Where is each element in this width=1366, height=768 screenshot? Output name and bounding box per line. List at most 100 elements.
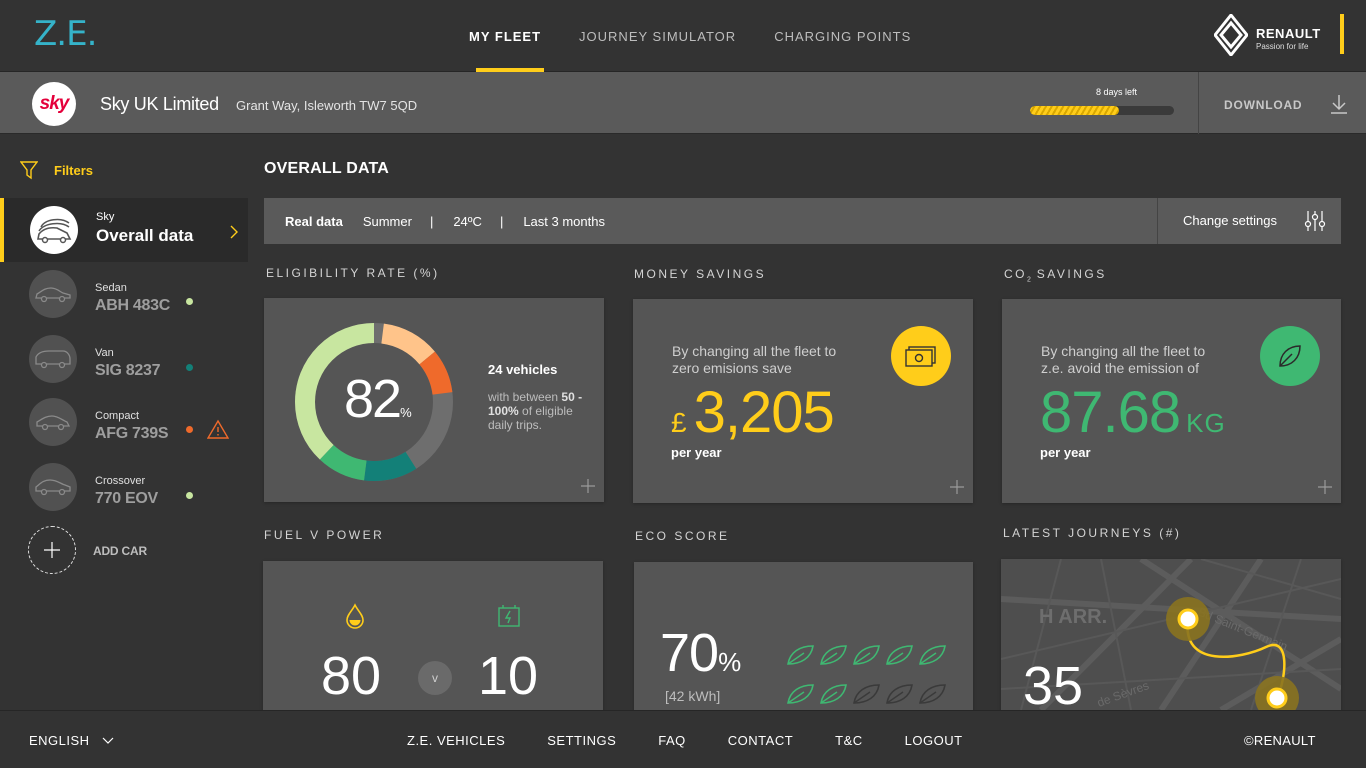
journey-end-point[interactable]	[1266, 687, 1288, 709]
eco-leaf-empty-icon	[853, 684, 880, 704]
eco-leaf-filled-icon	[820, 645, 847, 665]
car-avatar	[29, 463, 77, 511]
expand-plus-icon[interactable]	[580, 478, 596, 494]
sedan-car-icon	[35, 287, 71, 303]
desc-prefix: with between	[488, 390, 559, 404]
warning-icon[interactable]	[207, 419, 229, 439]
add-car-label: ADD CAR	[93, 544, 147, 558]
car-avatar	[29, 398, 77, 446]
footer-nav: Z.E. VEHICLES SETTINGS FAQ CONTACT T&C L…	[386, 711, 984, 768]
chevron-down-icon	[102, 737, 114, 744]
eco-leaf-filled-icon	[919, 645, 946, 665]
renault-logo[interactable]: RENAULT Passion for life	[1214, 14, 1346, 56]
separator: |	[499, 213, 504, 229]
car-plate: SIG 8237	[95, 362, 161, 379]
renault-diamond-icon	[1214, 14, 1248, 56]
money-period: per year	[671, 445, 722, 460]
ze-logo[interactable]: Z.E.	[34, 14, 97, 54]
fleet-avatar	[30, 206, 78, 254]
trial-progress-fill	[1030, 106, 1120, 115]
sidebar-car-item[interactable]: Van SIG 8237	[0, 335, 248, 395]
nav-charging-points[interactable]: CHARGING POINTS	[755, 0, 930, 72]
footer-link-contact[interactable]: CONTACT	[707, 733, 814, 748]
eligibility-value: 82%	[344, 368, 412, 430]
plus-icon	[44, 542, 60, 558]
footer-link-logout[interactable]: LOGOUT	[884, 733, 984, 748]
versus-badge: v	[418, 661, 452, 695]
active-indicator	[0, 198, 4, 262]
co2-savings-label: CO2 SAVINGS	[1004, 267, 1107, 283]
money-savings-label: MONEY SAVINGS	[634, 267, 767, 281]
overall-company: Sky	[96, 211, 115, 223]
sidebar-item-overall-data[interactable]: Sky Overall data	[0, 198, 248, 262]
footer-link-ze-vehicles[interactable]: Z.E. VEHICLES	[386, 733, 526, 748]
divider	[1157, 198, 1158, 244]
journey-start-point[interactable]	[1177, 608, 1199, 630]
money-amount: 3,205	[693, 380, 835, 445]
money-savings-text: By changing all the fleet to zero emisio…	[672, 343, 837, 376]
currency-symbol: £	[671, 407, 687, 438]
money-icon-circle	[891, 326, 951, 386]
filters-button[interactable]: Filters	[20, 160, 93, 180]
brand-tagline: Passion for life	[1256, 42, 1309, 51]
van-car-icon	[35, 350, 71, 369]
car-plate: 770 EOV	[95, 490, 158, 507]
sliders-icon[interactable]	[1304, 210, 1326, 232]
fuel-value: 80	[321, 646, 382, 706]
eco-leaf-empty-icon	[919, 684, 946, 704]
leaf-icon-circle	[1260, 326, 1320, 386]
eco-leaf-filled-icon	[886, 645, 913, 665]
latest-journeys-label: LATEST JOURNEYS (#)	[1003, 526, 1182, 540]
footer-link-faq[interactable]: FAQ	[637, 733, 707, 748]
car-avatar	[29, 335, 77, 383]
car-plate: ABH 483C	[95, 297, 170, 314]
language-label: ENGLISH	[29, 733, 90, 748]
brand-name: RENAULT	[1256, 26, 1321, 41]
fuel-power-label: FUEL V POWER	[264, 528, 385, 542]
car-avatar	[29, 270, 77, 318]
status-dot	[186, 492, 193, 499]
journeys-count: 35	[1023, 656, 1084, 710]
expand-plus-icon[interactable]	[1317, 479, 1333, 495]
download-button[interactable]: DOWNLOAD	[1224, 98, 1302, 112]
copyright: ©RENAULT	[1244, 733, 1316, 748]
co2-label-suffix: SAVINGS	[1030, 267, 1107, 281]
eco-leaves	[784, 642, 954, 720]
download-icon[interactable]	[1330, 94, 1348, 114]
car-type: Van	[95, 347, 114, 359]
car-type: Compact	[95, 410, 140, 422]
banknote-icon	[905, 346, 936, 367]
language-selector[interactable]: ENGLISH	[29, 733, 114, 748]
footer: ENGLISH Z.E. VEHICLES SETTINGS FAQ CONTA…	[0, 710, 1366, 768]
eco-score-value: 70%	[660, 622, 741, 684]
settings-bar: Real data Summer | 24ºC | Last 3 months …	[264, 198, 1341, 244]
eligibility-description: with between 50 - 100% of eligible daily…	[488, 390, 588, 432]
company-address: Grant Way, Isleworth TW7 5QD	[236, 98, 418, 113]
sidebar-car-item[interactable]: Compact AFG 739S	[0, 398, 248, 458]
money-savings-card: By changing all the fleet to zero emisio…	[633, 299, 973, 503]
eligible-vehicles: 24 vehicles	[488, 362, 558, 377]
expand-plus-icon[interactable]	[949, 479, 965, 495]
sidebar-car-item[interactable]: Crossover 770 EOV	[0, 463, 248, 523]
temperature: 24ºC	[453, 213, 482, 229]
battery-icon	[498, 605, 520, 627]
fleet-cars-icon	[37, 218, 72, 244]
eco-leaf-empty-icon	[886, 684, 913, 704]
add-car-button[interactable]: ADD CAR	[28, 526, 147, 574]
nav-journey-simulator[interactable]: JOURNEY SIMULATOR	[560, 0, 755, 72]
co2-label-prefix: CO	[1004, 267, 1027, 281]
eco-unit: %	[718, 647, 741, 677]
eligibility-unit: %	[400, 405, 412, 420]
footer-link-settings[interactable]: SETTINGS	[526, 733, 637, 748]
filters-label: Filters	[54, 162, 94, 178]
change-settings-button[interactable]: Change settings	[1183, 213, 1277, 228]
top-nav-bar: Z.E. MY FLEET JOURNEY SIMULATOR CHARGING…	[0, 0, 1366, 72]
sidebar-car-item[interactable]: Sedan ABH 483C	[0, 270, 248, 330]
eligibility-label: ELIGIBILITY RATE (%)	[266, 266, 440, 280]
eco-leaf-filled-icon	[787, 684, 814, 704]
crossover-car-icon	[35, 479, 71, 496]
main-nav: MY FLEET JOURNEY SIMULATOR CHARGING POIN…	[450, 0, 930, 72]
eligibility-number: 82	[344, 369, 402, 429]
footer-link-tc[interactable]: T&C	[814, 733, 884, 748]
nav-my-fleet[interactable]: MY FLEET	[450, 0, 560, 72]
